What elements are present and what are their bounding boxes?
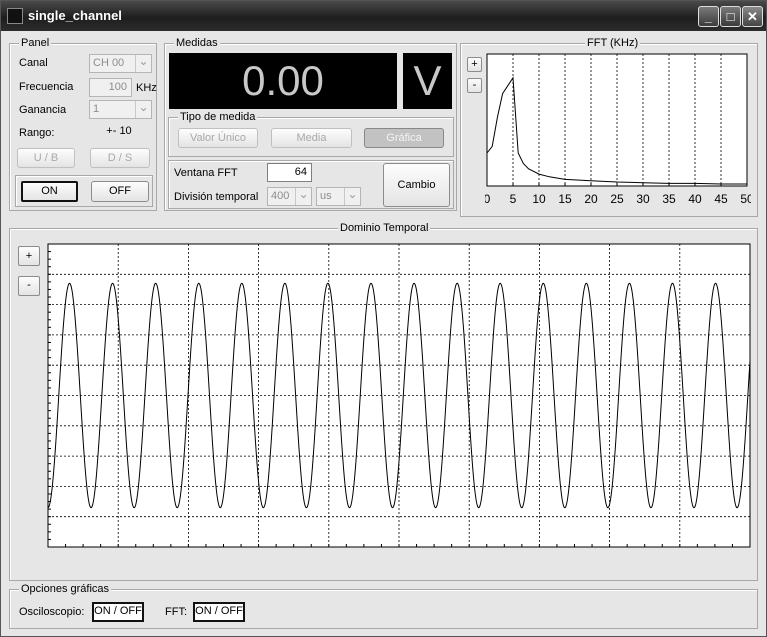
ganancia-select[interactable]: 1 bbox=[89, 100, 152, 119]
canal-select[interactable]: CH 00 bbox=[89, 54, 152, 73]
division-unit-select[interactable]: us bbox=[316, 187, 361, 206]
frecuencia-unit: KHz bbox=[136, 82, 157, 94]
measurement-display: 0.00 bbox=[169, 53, 397, 109]
fft-tick-label: 30 bbox=[636, 192, 650, 206]
division-value-select[interactable]: 400 bbox=[267, 187, 312, 206]
ds-button[interactable]: D / S bbox=[90, 148, 150, 168]
fft-tick-label: 15 bbox=[558, 192, 572, 206]
fft-tick-label: 40 bbox=[688, 192, 702, 206]
close-button[interactable]: ✕ bbox=[742, 6, 763, 27]
fft-tick-label: 10 bbox=[532, 192, 546, 206]
fft-tick-label: 50 bbox=[740, 192, 751, 206]
fft-tick-label: 45 bbox=[714, 192, 728, 206]
temporal-chart bbox=[47, 243, 751, 548]
opciones-title: Opciones gráficas bbox=[19, 583, 112, 595]
app-icon bbox=[7, 8, 23, 24]
measurement-unit: V bbox=[403, 53, 452, 109]
frecuencia-label: Frecuencia bbox=[19, 81, 74, 93]
temporal-title: Dominio Temporal bbox=[338, 222, 431, 234]
ganancia-label: Ganancia bbox=[19, 104, 67, 116]
main-window: single_channel _ □ ✕ Panel Canal CH 00 F… bbox=[0, 0, 767, 637]
grafica-button[interactable]: Gráfica bbox=[364, 128, 444, 148]
osciloscopio-label: Osciloscopio: bbox=[19, 606, 85, 618]
minimize-button[interactable]: _ bbox=[698, 6, 719, 27]
on-button[interactable]: ON bbox=[21, 181, 78, 202]
frecuencia-input[interactable]: 100 bbox=[89, 78, 132, 97]
window-title: single_channel bbox=[28, 8, 122, 23]
canal-label: Canal bbox=[19, 57, 48, 69]
fft-tick-label: 35 bbox=[662, 192, 676, 206]
fft-zoom-out-button[interactable]: - bbox=[467, 78, 482, 93]
fft-chart: 0 5 10 15 20 25 30 35 40 45 50 bbox=[485, 53, 751, 206]
fft-toggle[interactable]: ON / OFF bbox=[193, 602, 245, 622]
valor-unico-button[interactable]: Valor Único bbox=[178, 128, 258, 148]
ventana-fft-label: Ventana FFT bbox=[174, 167, 238, 179]
tipo-medida-title: Tipo de medida bbox=[178, 111, 258, 123]
fft-toggle-label: FFT: bbox=[165, 606, 187, 618]
media-button[interactable]: Media bbox=[271, 128, 352, 148]
fft-tick-label: 5 bbox=[510, 192, 517, 206]
fft-tick-label: 20 bbox=[584, 192, 598, 206]
off-button[interactable]: OFF bbox=[91, 181, 149, 202]
medidas-title: Medidas bbox=[174, 37, 220, 49]
division-temporal-label: División temporal bbox=[174, 191, 259, 203]
panel-title: Panel bbox=[19, 37, 52, 49]
fft-tick-label: 0 bbox=[485, 192, 491, 206]
temporal-zoom-in-button[interactable]: + bbox=[18, 246, 40, 266]
maximize-button[interactable]: □ bbox=[720, 6, 741, 27]
cambio-button[interactable]: Cambio bbox=[383, 163, 450, 207]
osciloscopio-toggle[interactable]: ON / OFF bbox=[92, 602, 144, 622]
fft-tick-label: 25 bbox=[610, 192, 624, 206]
rango-value: +- 10 bbox=[89, 122, 149, 141]
ub-button[interactable]: U / B bbox=[17, 148, 75, 168]
fft-zoom-in-button[interactable]: + bbox=[467, 57, 482, 72]
rango-label: Rango: bbox=[19, 127, 55, 139]
fft-title: FFT (KHz) bbox=[585, 37, 641, 49]
ventana-fft-input[interactable]: 64 bbox=[267, 163, 312, 182]
title-bar[interactable]: single_channel _ □ ✕ bbox=[1, 1, 766, 31]
temporal-zoom-out-button[interactable]: - bbox=[18, 276, 40, 296]
